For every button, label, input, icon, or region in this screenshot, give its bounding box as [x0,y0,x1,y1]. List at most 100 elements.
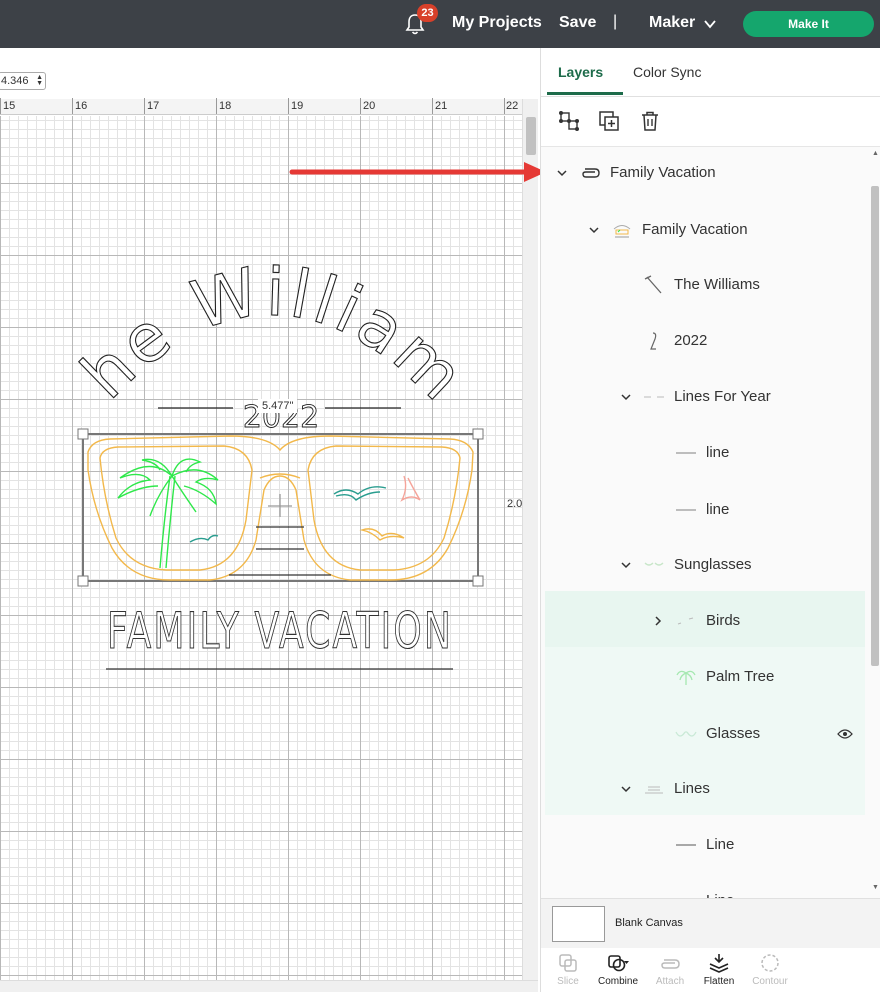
layer-label: Line [706,873,734,899]
canvas-vertical-scrollbar[interactable] [522,99,538,980]
layer-row-attach-group[interactable]: Family Vacation [541,145,867,201]
ruler-mark: 21 [435,100,448,112]
layer-label: Birds [706,612,741,629]
stepper-icon[interactable]: ▲ ▼ [36,74,43,87]
tab-layers[interactable]: Layers [558,64,603,80]
layer-actions-bar: Slice Combine Attach Flatten Contour [541,948,880,992]
chevron-down-icon[interactable] [556,167,568,179]
line-thumb-icon [676,844,696,846]
layer-label: 2022 [674,332,708,349]
top-bar: 23 My Projects Save | Maker Make It [0,0,880,48]
layer-row-family-vacation[interactable]: Family Vacation [541,202,867,258]
combine-button[interactable]: Combine [593,952,643,992]
line-thumb-icon [676,509,696,511]
machine-selector[interactable]: Maker [649,14,695,32]
horizontal-ruler: 15 16 17 18 19 20 21 22 [0,98,522,115]
layer-row-sunglasses[interactable]: Sunglasses [541,537,867,593]
tab-divider [541,96,880,97]
my-projects-link[interactable]: My Projects [452,14,542,32]
text-thumb-icon [650,332,657,350]
layer-row-line[interactable]: Line [541,817,867,873]
combine-icon [608,955,629,972]
chevron-down-icon[interactable] [588,224,600,236]
lines-thumb-icon [645,786,663,794]
layer-label: line [706,501,730,518]
ruler-mark: 15 [3,100,16,112]
chevron-down-icon[interactable] [703,17,717,31]
chevron-down-icon[interactable] [620,783,632,795]
layer-label: Family Vacation [642,221,748,238]
ruler-tick [144,98,145,114]
canvas-horizontal-scrollbar[interactable] [0,980,538,992]
layer-row-2022[interactable]: 2022 [541,313,867,369]
ruler-mark: 16 [75,100,88,112]
chevron-down-icon[interactable] [620,559,632,571]
line-thumb-icon [676,452,696,454]
flatten-button[interactable]: Flatten [694,952,744,992]
layer-row-lines[interactable]: Lines [541,761,867,817]
size-value: 4.346 [1,75,29,87]
layers-scroll-thumb[interactable] [871,186,879,666]
flatten-label: Flatten [703,976,735,987]
ruler-mark: 19 [291,100,304,112]
layer-row-palm-tree[interactable]: Palm Tree [541,649,867,705]
palm-thumb-icon [676,670,696,685]
layer-row-line[interactable]: Line [541,873,867,899]
ruler-tick [0,98,1,114]
layer-label: line [706,444,730,461]
layer-row-glasses[interactable]: Glasses [541,706,867,762]
ruler-tick [288,98,289,114]
layer-row-birds[interactable]: Birds [541,593,867,649]
layer-row-line[interactable]: line [541,482,867,538]
group-icon[interactable] [558,110,580,132]
slice-button[interactable]: Slice [543,952,593,992]
layer-row-lines-for-year[interactable]: Lines For Year [541,369,867,425]
contour-icon [761,954,779,972]
layer-label: The Williams [674,276,760,293]
layer-label: Lines For Year [674,388,771,405]
save-button[interactable]: Save [559,14,596,32]
width-dimension-label: 5.477" [258,399,298,413]
attach-icon [582,168,600,178]
chevron-right-icon[interactable] [652,615,664,627]
notification-badge: 23 [417,4,438,22]
layers-scrollbar[interactable]: ▲ ▼ [869,146,880,898]
layer-label: Glasses [706,725,761,742]
blank-canvas-row[interactable]: Blank Canvas [541,898,880,948]
ruler-tick [432,98,433,114]
ruler-tick [504,98,505,114]
layer-row-the-williams[interactable]: The Williams [541,257,867,313]
scroll-down-arrow[interactable]: ▼ [872,884,879,891]
attach-label: Attach [655,976,685,987]
slice-icon [559,954,577,972]
combine-label: Combine [597,976,639,987]
scroll-thumb[interactable] [526,117,536,155]
layer-label: Sunglasses [674,556,752,573]
layers-panel: Layers Color Sync Family Vacation Family… [540,48,880,992]
text-thumb-icon [644,275,662,294]
tab-color-sync[interactable]: Color Sync [633,64,701,80]
ruler-tick [360,98,361,114]
canvas-swatch[interactable] [552,906,605,942]
canvas-grid[interactable] [0,116,522,980]
attach-button[interactable]: Attach [645,952,695,992]
contour-label: Contour [752,976,788,987]
make-it-button[interactable]: Make It [743,11,874,37]
ruler-mark: 20 [363,100,376,112]
scroll-up-arrow[interactable]: ▲ [872,150,879,157]
layer-row-line[interactable]: line [541,425,867,481]
trash-icon[interactable] [639,110,661,132]
duplicate-icon[interactable] [598,110,620,132]
size-input[interactable]: 4.346 ▲ ▼ [0,72,46,90]
chevron-down-icon[interactable] [620,391,632,403]
layer-label: Lines [674,780,710,797]
contour-button[interactable]: Contour [745,952,795,992]
design-thumb-icon [613,225,631,238]
blank-canvas-label: Blank Canvas [615,917,683,929]
layer-label: Palm Tree [706,668,775,685]
ruler-mark: 22 [506,100,519,112]
glasses-thumb-icon [675,731,697,737]
eye-icon[interactable] [837,728,853,740]
ruler-tick [72,98,73,114]
birds-thumb-icon [677,617,694,625]
